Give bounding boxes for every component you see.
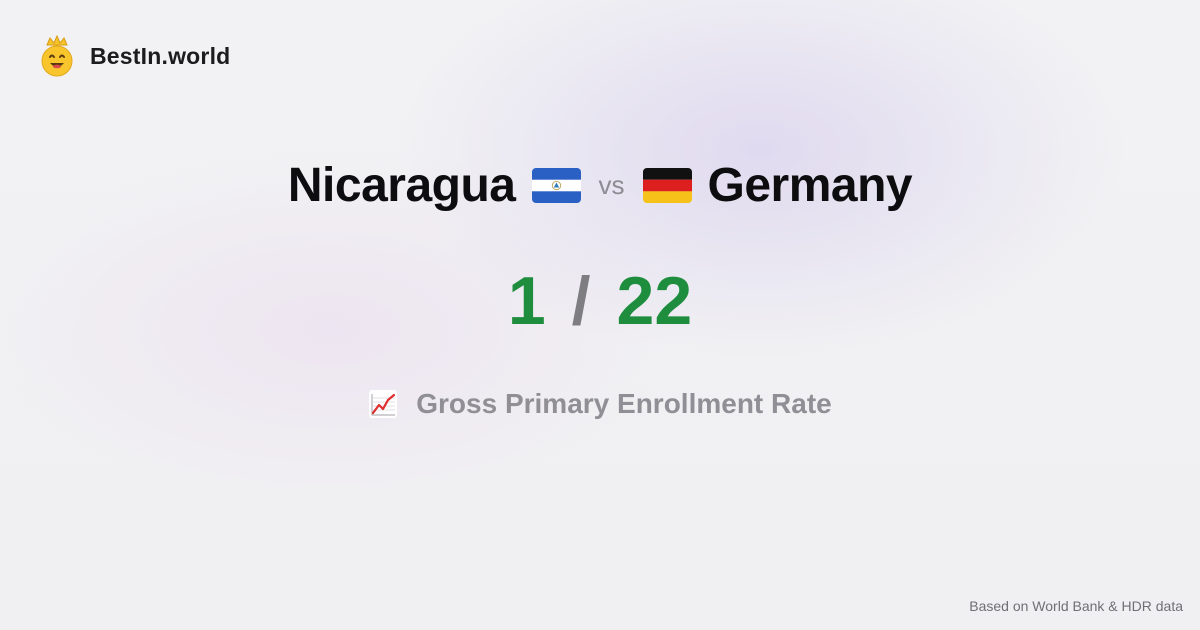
- metric-label: Gross Primary Enrollment Rate: [416, 388, 832, 419]
- germany-flag-icon: [642, 168, 692, 203]
- data-source-note: Based on World Bank & HDR data: [969, 598, 1183, 614]
- vs-label: vs: [598, 170, 625, 200]
- left-score: 1: [507, 263, 546, 339]
- brand[interactable]: BestIn.world: [38, 35, 230, 77]
- nicaragua-flag-icon: [531, 168, 581, 203]
- metric-row: Gross Primary Enrollment Rate: [0, 388, 1200, 420]
- comparison-title: Nicaragua vs Germany: [0, 158, 1200, 213]
- brand-name: BestIn.world: [90, 42, 231, 69]
- left-country-name: Nicaragua: [287, 159, 516, 212]
- right-score: 22: [616, 263, 693, 339]
- score-comparison: 1 / 22: [0, 262, 1200, 340]
- crowned-smiley-icon: [41, 35, 73, 77]
- right-country-name: Germany: [707, 159, 913, 212]
- score-separator: /: [571, 263, 591, 339]
- chart-increasing-icon: [369, 390, 398, 418]
